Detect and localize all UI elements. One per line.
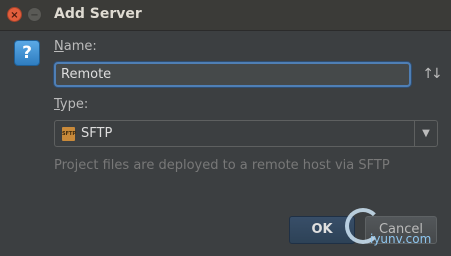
server-type-value: SFTP xyxy=(81,126,113,141)
server-type-select[interactable]: SFTP SFTP ▼ xyxy=(54,120,438,147)
type-description: Project files are deployed to a remote h… xyxy=(54,158,390,173)
type-label-text: ype: xyxy=(59,97,89,112)
sftp-icon: SFTP xyxy=(62,127,76,141)
name-label-mnemonic: N xyxy=(54,39,64,54)
watermark-text: iyunv.com xyxy=(370,232,432,246)
title-bar: × − Add Server xyxy=(0,0,451,31)
name-label-text: ame: xyxy=(63,39,97,54)
server-name-input[interactable] xyxy=(54,62,411,87)
close-window-button[interactable]: × xyxy=(7,7,22,22)
sort-updown-icon[interactable]: ↑↓ xyxy=(422,64,442,84)
dialog-title: Add Server xyxy=(54,6,142,22)
type-label: Type: xyxy=(54,97,88,112)
minimize-window-button[interactable]: − xyxy=(27,7,42,22)
dropdown-arrow-icon[interactable]: ▼ xyxy=(414,121,437,146)
help-icon[interactable]: ? xyxy=(14,40,40,66)
name-label: Name: xyxy=(54,39,97,54)
